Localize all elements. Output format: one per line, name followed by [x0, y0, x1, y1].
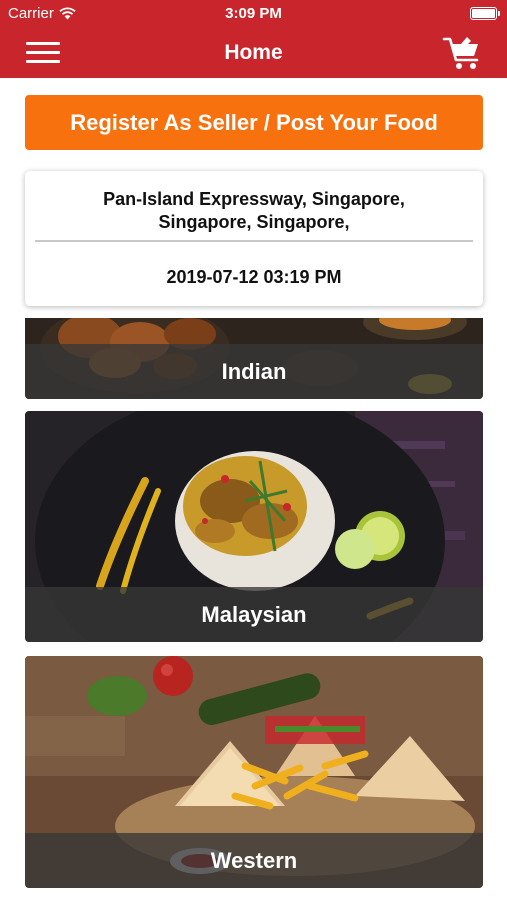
nav-bar: Home: [0, 28, 507, 78]
category-tile-malaysian[interactable]: Malaysian: [25, 411, 483, 642]
address-line-2: Singapore, Singapore,: [158, 212, 350, 232]
category-label: Malaysian: [25, 587, 483, 642]
location-address: Pan-Island Expressway, Singapore, Singap…: [45, 188, 463, 234]
category-label: Indian: [25, 344, 483, 399]
address-line-1: Pan-Island Expressway, Singapore,: [103, 189, 405, 209]
battery-icon: [470, 7, 500, 20]
date-time: 2019-07-12 03:19 PM: [166, 267, 342, 287]
card-divider: [35, 240, 473, 242]
shopping-cart-icon[interactable]: [441, 32, 483, 74]
category-tile-western[interactable]: Western: [25, 656, 483, 888]
category-label: Western: [25, 833, 483, 888]
register-seller-button[interactable]: Register As Seller / Post Your Food: [25, 95, 483, 150]
page-title: Home: [224, 41, 283, 64]
category-tile-indian[interactable]: Indian: [25, 318, 483, 399]
location-card: Pan-Island Expressway, Singapore, Singap…: [25, 171, 483, 306]
status-bar: Carrier 3:09 PM: [0, 0, 507, 28]
status-time: 3:09 PM: [225, 5, 282, 22]
